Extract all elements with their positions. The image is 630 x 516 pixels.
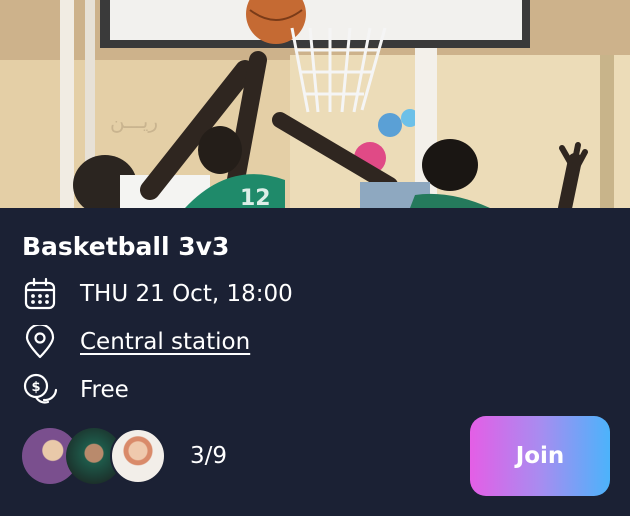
calendar-icon xyxy=(22,276,58,312)
map-pin-icon xyxy=(22,324,58,360)
participant-count: 3/9 xyxy=(190,443,228,469)
event-image: ريـــن 12 xyxy=(0,0,630,208)
avatar xyxy=(110,428,166,484)
event-location-row[interactable]: Central station xyxy=(22,325,250,359)
event-price-row: $ Free xyxy=(22,373,129,407)
event-title: Basketball 3v3 xyxy=(22,232,230,261)
participant-avatars[interactable] xyxy=(22,428,172,484)
svg-text:$: $ xyxy=(31,380,40,395)
event-card[interactable]: ريـــن 12 Basketball 3v3 THU 21 Oct, 18:… xyxy=(0,0,630,516)
svg-text:ريـــن: ريـــن xyxy=(110,109,158,133)
event-location-link[interactable]: Central station xyxy=(80,329,250,355)
svg-text:12: 12 xyxy=(240,186,271,208)
coin-icon: $ xyxy=(22,372,58,408)
event-date-row: THU 21 Oct, 18:00 xyxy=(22,277,293,311)
event-date: THU 21 Oct, 18:00 xyxy=(80,281,293,307)
join-button[interactable]: Join xyxy=(470,416,610,496)
event-price: Free xyxy=(80,377,129,403)
